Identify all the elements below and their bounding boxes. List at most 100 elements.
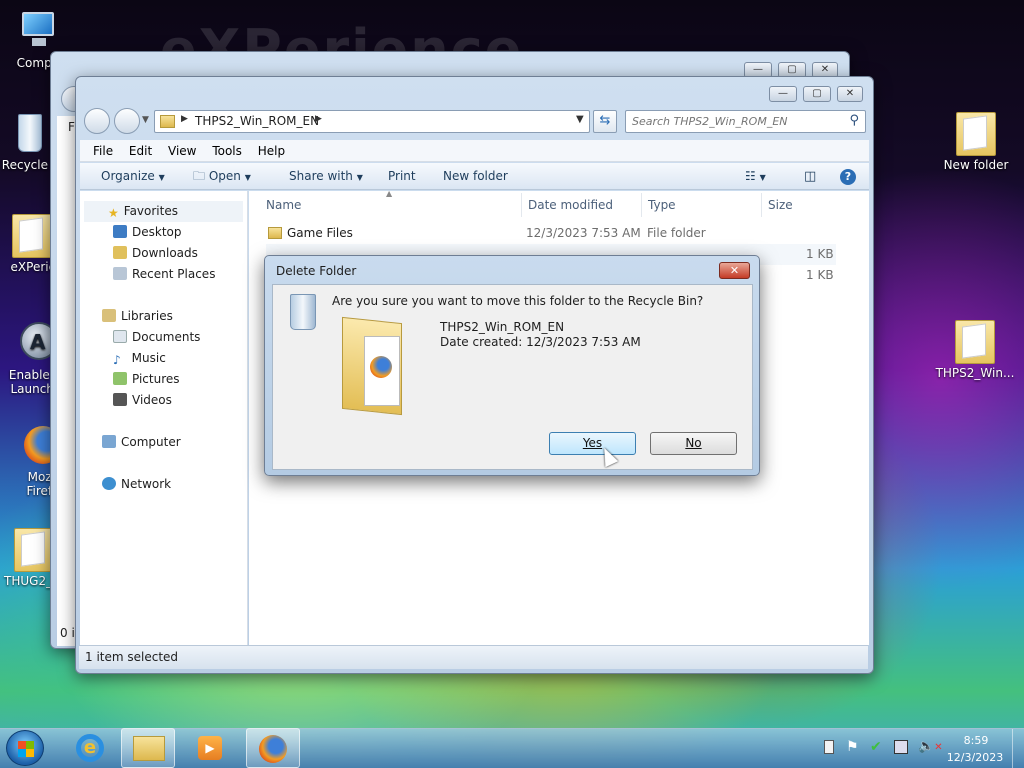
show-desktop-button[interactable]: [1012, 729, 1024, 768]
dialog-close-button[interactable]: ✕: [719, 262, 750, 279]
nav-favorites[interactable]: ★ Favorites: [84, 201, 243, 222]
start-button[interactable]: [6, 730, 44, 766]
file-size: 1 KB: [806, 247, 834, 261]
nav-recent-places[interactable]: Recent Places: [80, 264, 247, 285]
file-name: Game Files: [287, 226, 353, 240]
back-menu-fragment: F: [68, 120, 75, 134]
search-icon[interactable]: ⚲: [849, 113, 859, 128]
dialog-question: Are you sure you want to move this folde…: [332, 294, 704, 308]
nav-videos[interactable]: Videos: [80, 390, 247, 411]
recycle-bin-icon: [8, 112, 48, 156]
windows-logo-icon: [18, 741, 34, 757]
menu-bar: File Edit View Tools Help: [80, 140, 869, 162]
refresh-button[interactable]: ⇆: [593, 110, 617, 133]
column-header-date[interactable]: Date modified: [528, 198, 613, 212]
address-bar[interactable]: ▶ THPS2_Win_ROM_EN ▶ ▼: [154, 110, 590, 133]
minimize-button[interactable]: —: [769, 86, 797, 102]
folder-icon: [955, 320, 995, 364]
help-icon[interactable]: ?: [840, 169, 856, 185]
print-button[interactable]: Print: [388, 163, 416, 190]
file-explorer-icon: [133, 736, 165, 761]
volume-muted-icon[interactable]: 🔈✕: [918, 739, 943, 754]
file-date: 12/3/2023 7:53 AM: [526, 226, 641, 240]
folder-icon: [268, 227, 282, 239]
nav-pictures[interactable]: Pictures: [80, 369, 247, 390]
desktop-icon-new-folder[interactable]: New folder: [938, 112, 1014, 172]
column-divider: [761, 193, 762, 217]
videos-icon: [113, 393, 127, 406]
item-name: THPS2_Win_ROM_EN: [440, 320, 565, 334]
search-input[interactable]: [632, 113, 842, 130]
nav-downloads[interactable]: Downloads: [80, 243, 247, 264]
security-check-icon[interactable]: ✔: [870, 739, 882, 755]
clock-date[interactable]: 12/3/2023: [940, 751, 1010, 764]
breadcrumb-item[interactable]: THPS2_Win_ROM_EN: [195, 114, 319, 128]
nav-desktop[interactable]: Desktop: [80, 222, 247, 243]
column-header-name[interactable]: Name: [266, 198, 301, 212]
nav-libraries[interactable]: Libraries: [80, 306, 247, 327]
nav-documents[interactable]: Documents: [80, 327, 247, 348]
organize-button[interactable]: Organize ▼: [101, 163, 165, 191]
column-divider: [521, 193, 522, 217]
column-header-type[interactable]: Type: [648, 198, 676, 212]
clock-time[interactable]: 8:59: [948, 734, 1004, 747]
column-header-size[interactable]: Size: [768, 198, 793, 212]
desktop-icon-thps2-folder[interactable]: THPS2_Win...: [934, 320, 1016, 380]
firefox-icon: [259, 735, 287, 763]
file-size: 1 KB: [806, 268, 834, 282]
menu-edit[interactable]: Edit: [129, 140, 152, 162]
media-player-icon: ▶: [198, 736, 222, 760]
item-date-created: Date created: 12/3/2023 7:53 AM: [440, 335, 641, 349]
taskbar-windows-explorer[interactable]: [121, 728, 175, 768]
nav-network[interactable]: Network: [80, 474, 247, 495]
view-options-icon[interactable]: ☷ ▼: [745, 163, 766, 191]
taskbar-internet-explorer[interactable]: e: [63, 728, 117, 768]
share-with-button[interactable]: Share with ▼: [289, 163, 363, 191]
network-icon: [102, 477, 116, 490]
breadcrumb-arrow-icon[interactable]: ▶: [315, 114, 322, 124]
breadcrumb-arrow-icon: ▶: [181, 114, 188, 124]
preview-pane-icon[interactable]: ◫: [804, 163, 816, 190]
taskbar-media-player[interactable]: ▶: [183, 728, 237, 768]
status-bar: 1 item selected: [79, 645, 868, 669]
desktop-icon: [113, 225, 127, 238]
documents-icon: [113, 330, 127, 343]
taskbar-firefox[interactable]: [246, 728, 300, 768]
nav-music[interactable]: ♪ Music: [80, 348, 247, 369]
menu-tools[interactable]: Tools: [212, 140, 242, 162]
new-folder-button[interactable]: New folder: [443, 163, 508, 190]
command-bar: Organize ▼ 🗀 Open ▼ Share with ▼ Print N…: [80, 163, 869, 190]
menu-file[interactable]: File: [93, 140, 113, 162]
status-text: 1 item selected: [85, 650, 179, 664]
downloads-icon: [113, 246, 127, 259]
open-button[interactable]: 🗀 Open ▼: [193, 163, 251, 191]
delete-folder-dialog[interactable]: Delete Folder ✕ Are you sure you want to…: [264, 255, 760, 476]
recent-places-icon: [113, 267, 127, 280]
table-row[interactable]: Game Files 12/3/2023 7:53 AM File folder: [266, 223, 836, 244]
yes-button[interactable]: Yes: [549, 432, 636, 455]
recent-pages-chevron-icon[interactable]: ▼: [142, 115, 149, 125]
back-button[interactable]: [84, 108, 110, 134]
navigation-pane: ★ Favorites Desktop Downloads Recent Plac…: [80, 191, 248, 645]
no-button[interactable]: No: [650, 432, 737, 455]
address-dropdown-icon[interactable]: ▼: [576, 114, 584, 125]
tray-show-hidden-icon[interactable]: [824, 740, 834, 754]
libraries-icon: [102, 309, 116, 322]
nav-computer[interactable]: Computer: [80, 432, 247, 453]
folder-preview-icon: [342, 316, 408, 416]
search-box[interactable]: ⚲: [625, 110, 866, 133]
action-center-flag-icon[interactable]: ⚑: [846, 739, 859, 755]
menu-view[interactable]: View: [168, 140, 196, 162]
column-divider: [641, 193, 642, 217]
close-button[interactable]: ✕: [837, 86, 863, 102]
open-icon: 🗀: [193, 169, 206, 183]
folder-icon: [12, 214, 52, 258]
dialog-title: Delete Folder: [276, 264, 357, 278]
sort-arrow-icon: ▲: [386, 189, 393, 198]
maximize-button[interactable]: ▢: [803, 86, 831, 102]
recycle-bin-icon: [290, 294, 316, 330]
forward-button[interactable]: [114, 108, 140, 134]
network-icon[interactable]: [894, 740, 908, 754]
computer-icon: [102, 435, 116, 448]
menu-help[interactable]: Help: [258, 140, 285, 162]
